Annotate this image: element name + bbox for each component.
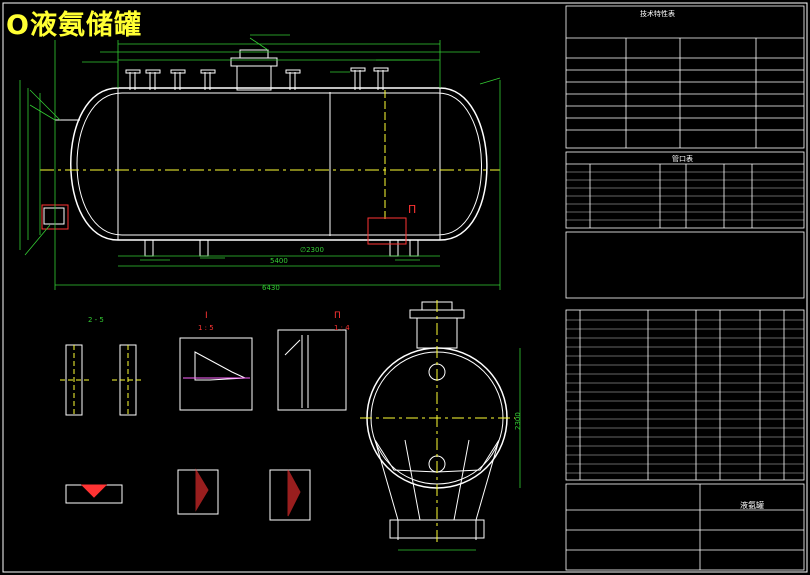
dim-dia: ∅2300 bbox=[300, 246, 324, 254]
title-tables bbox=[565, 5, 805, 571]
nozzle-table-header: 管口表 bbox=[672, 154, 693, 163]
section-I-label: I bbox=[205, 311, 208, 321]
dimension-lines bbox=[19, 34, 501, 290]
cad-drawing: Π 6430 5400 ∅2300 2 - 5 I 1: 5 Π 1: 4 … bbox=[2, 2, 808, 573]
dim-inner: 5400 bbox=[270, 257, 288, 265]
detail-views bbox=[60, 329, 347, 521]
parts-list-rows bbox=[566, 171, 804, 474]
section-II-scale: 1 : 4 bbox=[334, 324, 350, 332]
tech-spec-header: 技术特性表 bbox=[640, 9, 675, 18]
dim-2-5: 2 - 5 bbox=[88, 316, 104, 324]
section-II-label: Π bbox=[334, 311, 341, 321]
dim-2300: 2300 bbox=[514, 412, 522, 430]
vessel-elevation bbox=[43, 49, 488, 257]
marker-II: Π bbox=[408, 203, 416, 216]
drawing-name: 液氨罐 bbox=[740, 500, 764, 510]
section-I-scale: 1 : 5 bbox=[198, 324, 214, 332]
dim-length: 6430 bbox=[262, 284, 280, 292]
